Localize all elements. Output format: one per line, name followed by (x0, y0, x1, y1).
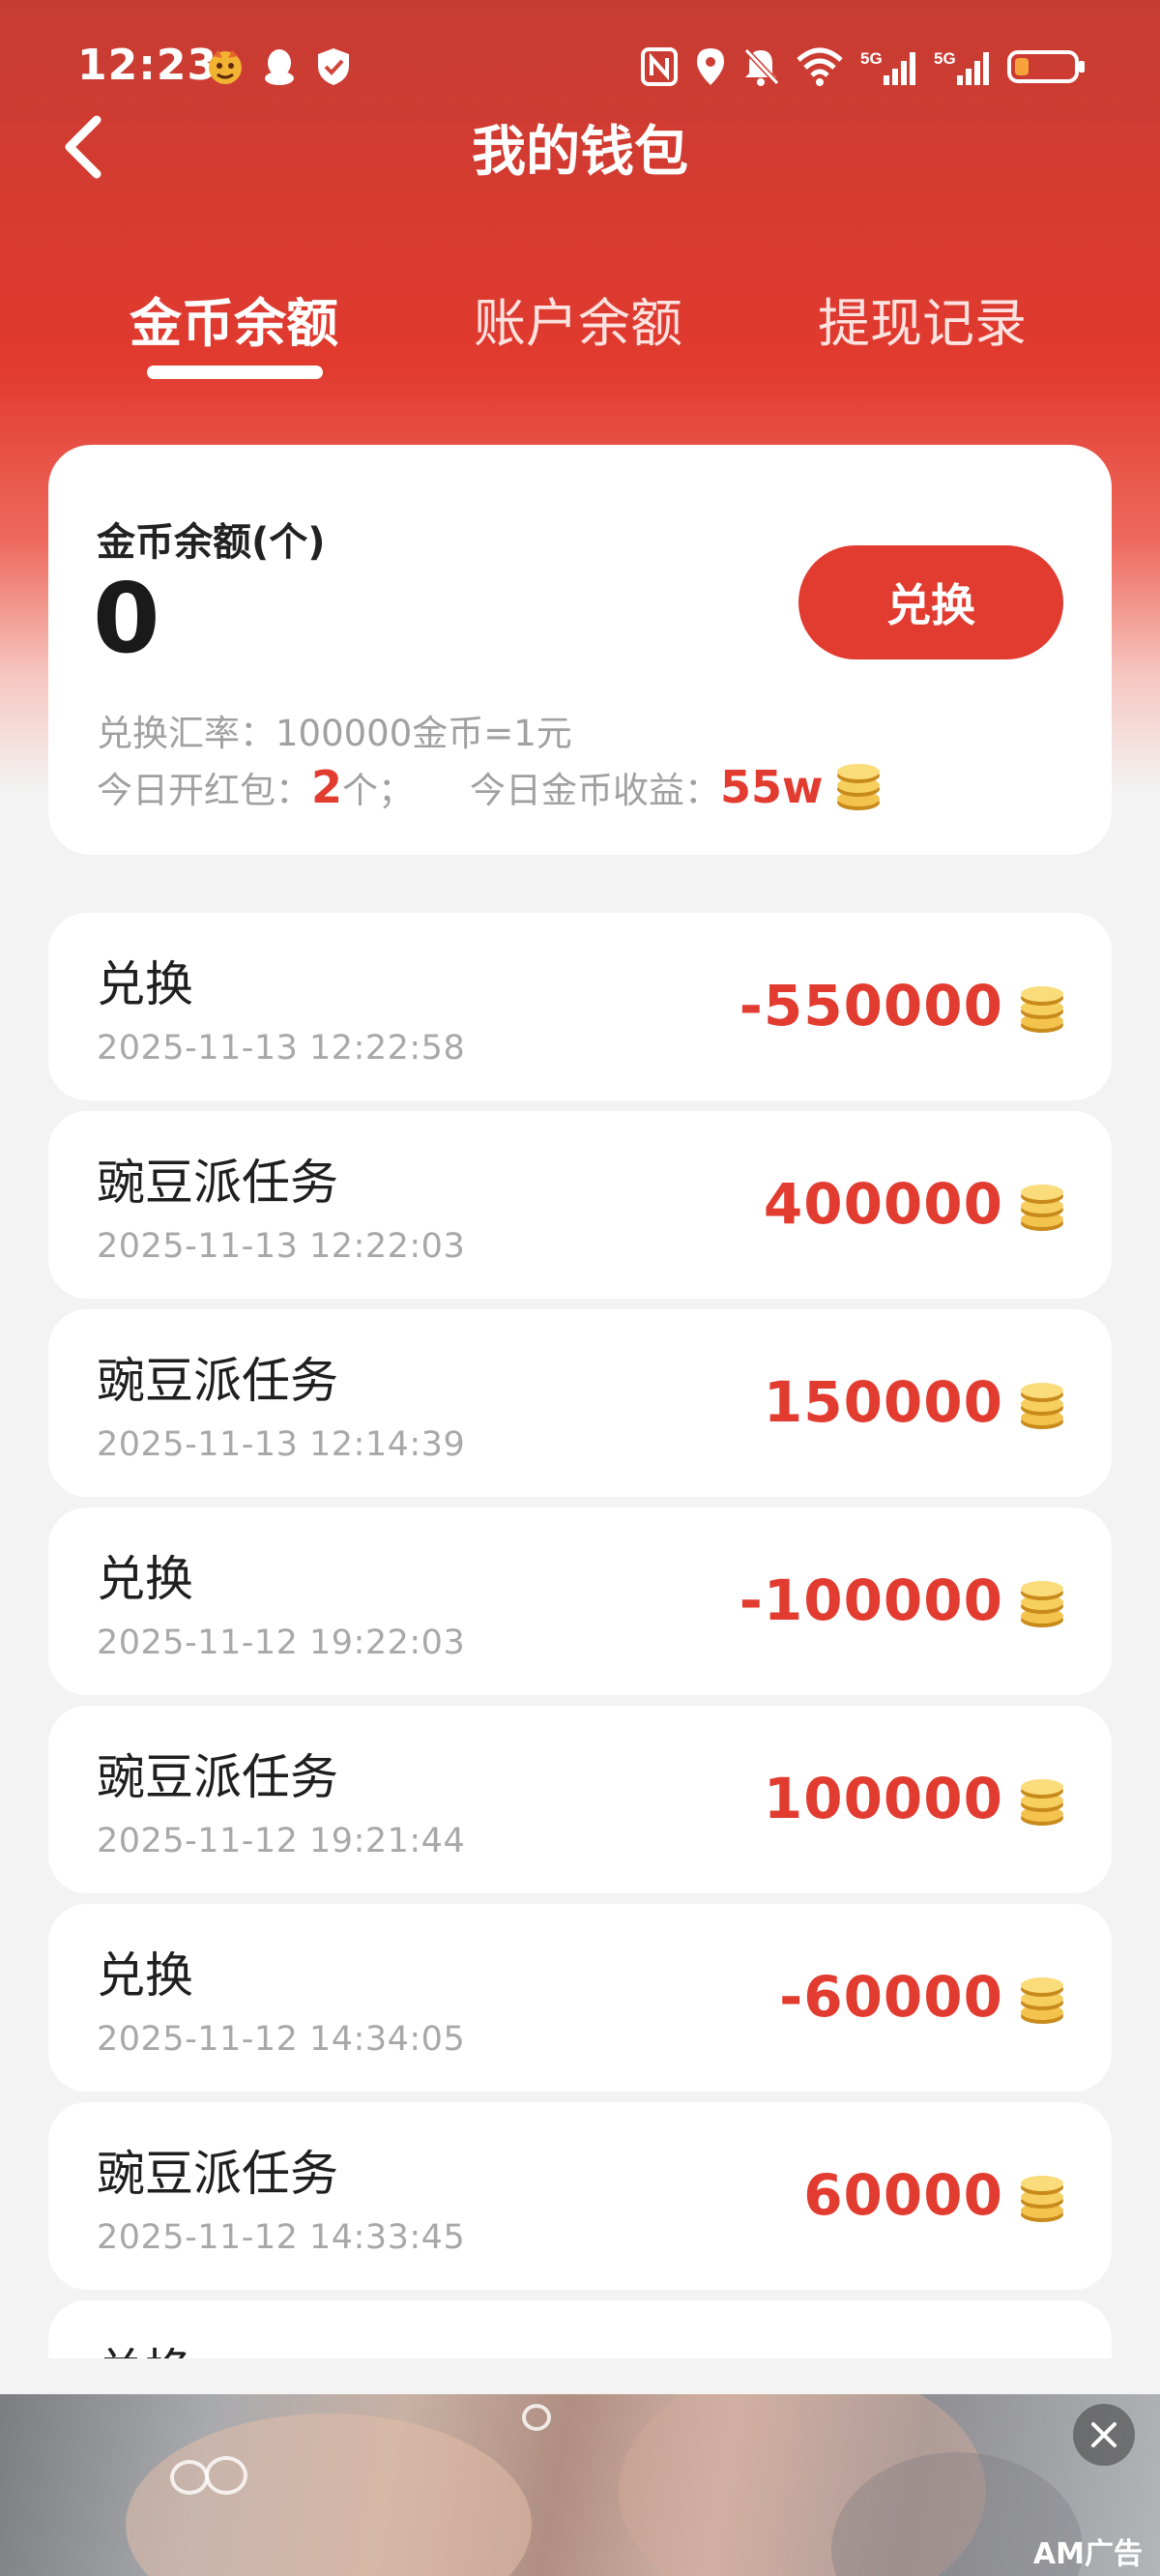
gold-coin-icon (1015, 1577, 1069, 1631)
record-row[interactable]: 豌豆派任务 2025-11-13 12:14:39 150000 (48, 1309, 1112, 1497)
signal-5g-icon-1: 5G (860, 44, 918, 89)
exchange-rate-value: 100000金币=1元 (276, 713, 572, 754)
status-system-icons: 5G 5G (640, 44, 1087, 89)
record-amount: 150000 (763, 1369, 1003, 1435)
nav-bar: 我的钱包 (0, 97, 1160, 193)
record-time: 2025-11-13 12:22:03 (97, 1227, 466, 1266)
record-time: 2025-11-13 12:14:39 (97, 1425, 466, 1464)
gold-coin-icon (1015, 982, 1069, 1037)
record-amount: -550000 (739, 973, 1003, 1039)
tab-withdraw-records[interactable]: 提现记录 (818, 280, 1027, 357)
today-packets-label: 今日开红包： (97, 770, 311, 811)
record-time: 2025-11-12 19:21:44 (97, 1822, 466, 1860)
shield-icon (313, 46, 354, 87)
today-packets-value: 2 (311, 761, 343, 813)
wifi-icon (795, 44, 845, 89)
record-amount: -60000 (779, 1964, 1003, 2030)
record-row[interactable]: 豌豆派任务 2025-11-12 19:21:44 100000 (48, 1706, 1112, 1893)
record-title: 豌豆派任务 (97, 1353, 338, 1409)
record-row[interactable]: 兑换 2025-11-12 14:34:05 -60000 (48, 1904, 1112, 2092)
signal-5g-icon-2: 5G (934, 44, 992, 89)
ad-label: AM广告 (1032, 2537, 1143, 2571)
close-icon (1091, 2422, 1116, 2447)
gold-coin-icon (1015, 2172, 1069, 2226)
coin-balance-card: 金币余额(个) 0 兑换 兑换汇率：100000金币=1元 今日开红包： 2 个… (48, 445, 1112, 855)
record-time: 2025-11-13 12:22:58 (97, 1029, 466, 1068)
gold-coin-icon (1015, 1379, 1069, 1433)
exchange-rate-label: 兑换汇率： (97, 713, 276, 754)
battery-icon (1007, 44, 1087, 89)
today-stats: 今日开红包： 2 个； 今日金币收益： 55w (97, 760, 885, 814)
wallet-tabs: 金币余额 账户余额 提现记录 (0, 280, 1160, 387)
today-income-value: 55w (720, 761, 824, 813)
exchange-button[interactable]: 兑换 (798, 545, 1063, 659)
record-row[interactable]: 兑换 2025-11-13 12:22:58 -550000 (48, 913, 1112, 1100)
record-title: 兑换 (97, 2333, 193, 2358)
gold-coin-icon (831, 760, 885, 814)
record-row[interactable]: 豌豆派任务 2025-11-13 12:22:03 400000 (48, 1111, 1112, 1299)
record-title: 豌豆派任务 (97, 1155, 338, 1211)
ad-banner[interactable]: AM广告 (0, 2394, 1160, 2576)
page-title: 我的钱包 (472, 121, 688, 184)
tab-account-balance[interactable]: 账户余额 (474, 280, 682, 357)
network-label-1: 5G (860, 49, 883, 68)
record-amount: -100000 (739, 1567, 1003, 1633)
status-time: 12:23 (77, 41, 218, 90)
location-icon (694, 44, 727, 89)
record-title: 兑换 (97, 956, 193, 1012)
record-row[interactable]: 兑换 2025-11-12 19:22:03 -100000 (48, 1508, 1112, 1695)
today-income-label: 今日金币收益： (470, 770, 721, 811)
qq-icon (259, 46, 300, 87)
record-title: 兑换 (97, 1551, 193, 1607)
record-row[interactable]: 豌豆派任务 2025-11-12 14:33:45 60000 (48, 2102, 1112, 2290)
gold-coin-icon (1015, 1775, 1069, 1830)
record-amount: 400000 (763, 1171, 1003, 1237)
app-mascot-icon (205, 46, 246, 87)
gold-coin-icon (1015, 1974, 1069, 2028)
coin-balance-label: 金币余额(个) (97, 520, 326, 565)
record-amount: 100000 (763, 1766, 1003, 1831)
today-packets-unit: 个； (342, 770, 415, 811)
coin-balance-value: 0 (93, 562, 160, 675)
exchange-rate: 兑换汇率：100000金币=1元 (97, 704, 572, 756)
status-notification-icons (205, 46, 354, 87)
record-row[interactable]: 兑换 (48, 2300, 1112, 2358)
gold-coin-icon (1015, 1181, 1069, 1235)
record-title: 豌豆派任务 (97, 2146, 338, 2202)
tab-coin-balance[interactable]: 金币余额 (130, 280, 338, 357)
mute-bell-icon (742, 44, 779, 89)
record-time: 2025-11-12 19:22:03 (97, 1624, 466, 1662)
record-time: 2025-11-12 14:34:05 (97, 2020, 466, 2059)
nfc-icon (640, 44, 679, 89)
coin-records-list: 兑换 2025-11-13 12:22:58 -550000 豌豆派任务 2025-11… (48, 913, 1112, 2369)
active-tab-indicator (147, 366, 323, 379)
network-label-2: 5G (934, 49, 956, 68)
record-title: 豌豆派任务 (97, 1749, 338, 1805)
ad-close-button[interactable] (1073, 2404, 1135, 2466)
record-title: 兑换 (97, 1947, 193, 2004)
record-time: 2025-11-12 14:33:45 (97, 2218, 466, 2257)
record-amount: 60000 (803, 2162, 1003, 2228)
